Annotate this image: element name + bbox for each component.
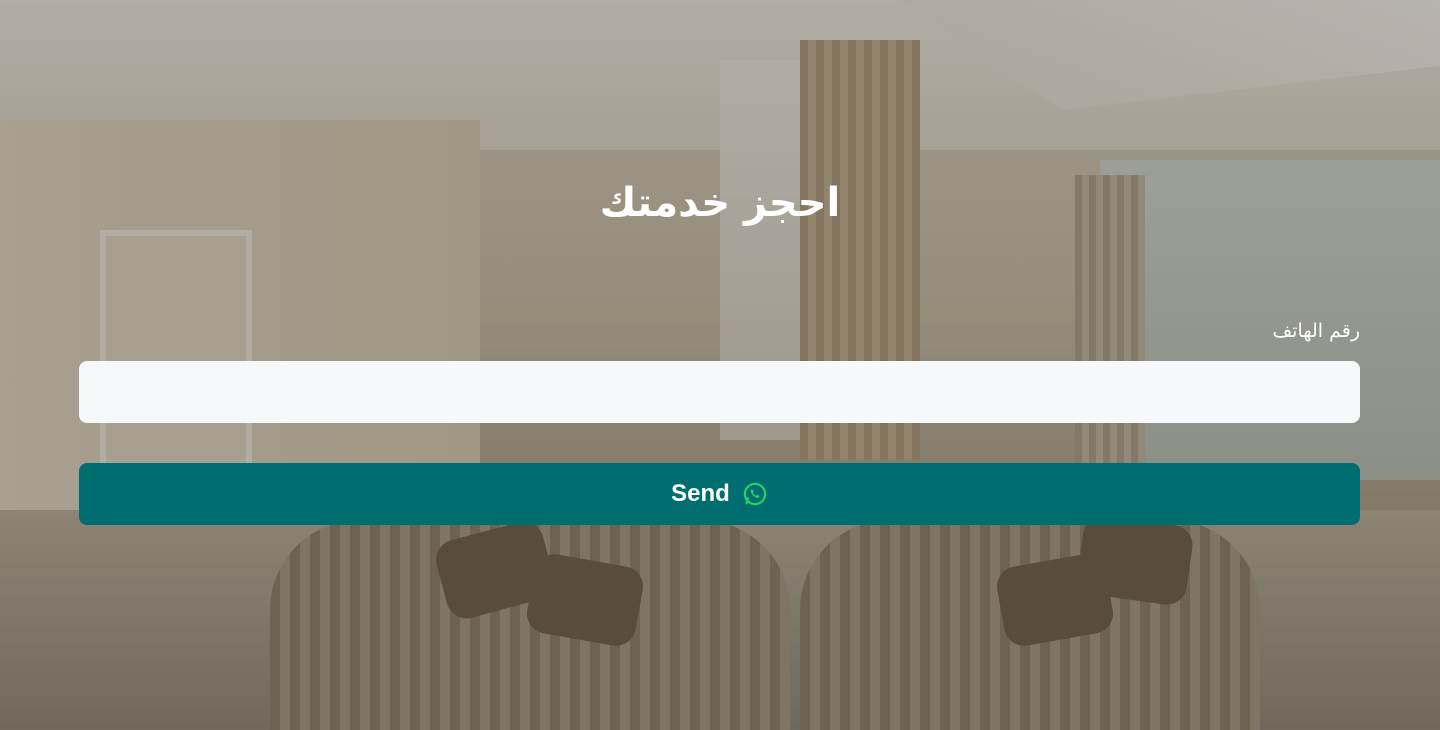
form-title: احجز خدمتك	[599, 180, 841, 226]
phone-input[interactable]	[79, 361, 1360, 423]
send-button[interactable]: Send	[79, 463, 1360, 525]
send-button-label: Send	[671, 480, 730, 507]
phone-label: رقم الهاتف	[1272, 320, 1360, 342]
booking-form: احجز خدمتك رقم الهاتف Send	[0, 0, 1440, 730]
booking-page: احجز خدمتك رقم الهاتف Send	[0, 0, 1440, 730]
whatsapp-icon	[742, 481, 768, 507]
